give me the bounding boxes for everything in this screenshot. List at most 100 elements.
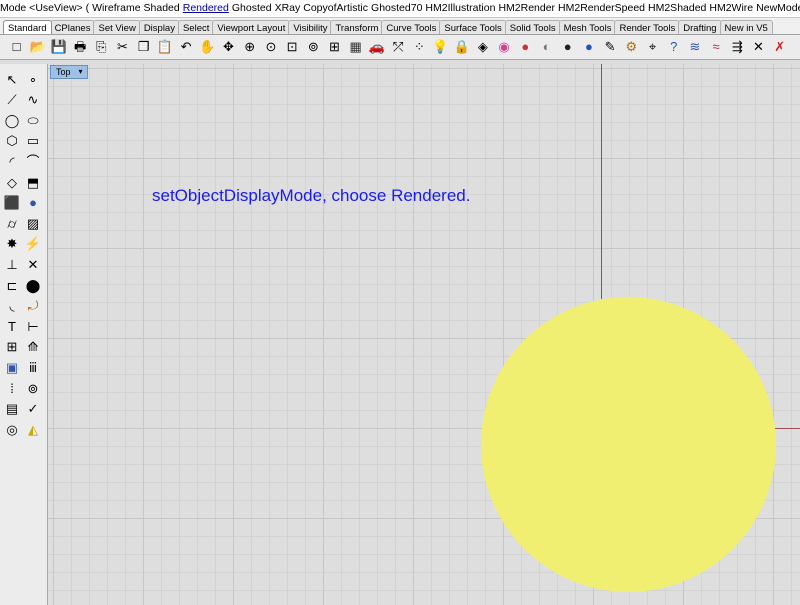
sphere-icon[interactable]: ● — [517, 38, 534, 55]
cmd-option-hm2renderspeed[interactable]: HM2RenderSpeed — [558, 2, 645, 14]
cut-icon[interactable]: ✂ — [114, 38, 131, 55]
points-on-icon[interactable]: ⁘ — [411, 38, 428, 55]
cmd-option-hm2render[interactable]: HM2Render — [498, 2, 555, 14]
arc-icon[interactable]: ◜ — [2, 152, 22, 170]
sweep-icon[interactable]: ◎ — [2, 420, 22, 438]
tab-viewport-layout[interactable]: Viewport Layout — [212, 20, 291, 34]
dark-sphere-icon[interactable]: ● — [559, 38, 576, 55]
cylinder-icon[interactable]: ⌭ — [2, 214, 22, 232]
box-icon[interactable]: ⬛ — [2, 194, 22, 212]
circle-icon[interactable]: ◯ — [2, 111, 22, 129]
curve-icon[interactable]: ∿ — [23, 91, 43, 109]
layers-icon[interactable]: ≋ — [686, 38, 703, 55]
cmd-option-ghosted70[interactable]: Ghosted70 — [371, 2, 422, 14]
tab-select[interactable]: Select — [177, 20, 215, 34]
tab-drafting[interactable]: Drafting — [678, 20, 722, 34]
extrude-icon[interactable]: ⬒ — [23, 173, 43, 191]
chevron-down-icon[interactable]: ▾ — [79, 66, 83, 78]
gear-icon[interactable]: ⚙ — [623, 38, 640, 55]
open-icon[interactable]: 📂 — [29, 38, 46, 55]
new-icon[interactable]: □ — [8, 38, 25, 55]
undo-icon[interactable]: ↶ — [178, 38, 195, 55]
blue-sphere-icon[interactable]: ● — [580, 38, 597, 55]
cmd-option-shaded[interactable]: Shaded — [144, 2, 180, 14]
tab-solid-tools[interactable]: Solid Tools — [504, 20, 561, 34]
zoom-selected-icon[interactable]: ⊚ — [305, 38, 322, 55]
copy-icon[interactable]: ❐ — [135, 38, 152, 55]
match-icon[interactable]: ⇶ — [729, 38, 746, 55]
rectangle-icon[interactable]: ▭ — [23, 132, 43, 150]
zoom-window-icon[interactable]: ⊙ — [262, 38, 279, 55]
cmd-option-hm2shaded[interactable]: HM2Shaded — [648, 2, 706, 14]
tab-mesh-tools[interactable]: Mesh Tools — [558, 20, 617, 34]
text-icon[interactable]: T — [2, 317, 22, 335]
grid-array-icon[interactable]: ⁞ — [2, 379, 22, 397]
viewport-title-label[interactable]: Top ▾ — [50, 65, 88, 79]
trim-icon[interactable]: ✕ — [23, 255, 43, 273]
paste-icon[interactable]: 📋 — [156, 38, 173, 55]
car-icon[interactable]: 🚗 — [368, 38, 385, 55]
zoom-icon[interactable]: ⊕ — [241, 38, 258, 55]
tab-curve-tools[interactable]: Curve Tools — [381, 20, 442, 34]
curve-fillet-icon[interactable]: ⌒ — [23, 152, 43, 170]
select-arrow-icon[interactable]: ↖ — [2, 70, 22, 88]
render-sphere-icon[interactable]: ◐ — [538, 38, 555, 55]
properties-icon[interactable]: ◈ — [474, 38, 491, 55]
polyline-icon[interactable]: ⟋ — [2, 91, 22, 109]
tab-standard[interactable]: Standard — [3, 20, 52, 34]
paint-icon[interactable]: ◭ — [23, 420, 43, 438]
cmd-option-wireframe[interactable]: Wireframe — [92, 2, 140, 14]
dimension-icon[interactable]: ⊢ — [23, 317, 43, 335]
print-icon[interactable]: 🖶 — [72, 38, 89, 55]
cube-icon[interactable]: ▣ — [2, 358, 22, 376]
check-icon[interactable]: ✓ — [23, 400, 43, 418]
grass-icon[interactable]: ⅲ — [23, 358, 43, 376]
help-icon[interactable]: ? — [665, 38, 682, 55]
surface-icon[interactable]: ◇ — [2, 173, 22, 191]
point-icon[interactable]: ∘ — [23, 70, 43, 88]
command-line[interactable]: Mode <UseView> (Wireframe Shaded Rendered G… — [0, 0, 800, 18]
save-icon[interactable]: 💾 — [50, 38, 67, 55]
cmd-option-xray[interactable]: XRay — [275, 2, 301, 14]
transform-icon[interactable]: ⟰ — [23, 338, 43, 356]
shell-icon[interactable]: ⊏ — [2, 276, 22, 294]
pan-icon[interactable]: ✋ — [199, 38, 216, 55]
tab-cplanes[interactable]: CPlanes — [49, 20, 96, 34]
top-viewport[interactable]: setObjectDisplayMode, choose Rendered. T… — [48, 64, 800, 605]
explode-icon[interactable]: ✸ — [2, 235, 22, 253]
polygon-icon[interactable]: ⬡ — [2, 132, 22, 150]
cmd-option-hm2illustration[interactable]: HM2Illustration — [425, 2, 495, 14]
tab-render-tools[interactable]: Render Tools — [614, 20, 681, 34]
array-icon[interactable]: ⊞ — [2, 338, 22, 356]
color-wheel-icon[interactable]: ◉ — [496, 38, 513, 55]
fillet-icon[interactable]: ◟ — [2, 297, 22, 315]
analyze-icon[interactable]: ⊚ — [23, 379, 43, 397]
split-icon[interactable]: ⊥ — [2, 255, 22, 273]
cmd-option-rendered[interactable]: Rendered — [183, 2, 229, 14]
ellipse-icon[interactable]: ⬭ — [23, 111, 43, 129]
tab-display[interactable]: Display — [138, 20, 180, 34]
spheres-icon[interactable]: ● — [23, 194, 43, 212]
cmd-option-newmode[interactable]: NewMode — [756, 2, 800, 14]
tab-transform[interactable]: Transform — [330, 20, 384, 34]
mesh-icon[interactable]: ▨ — [23, 214, 43, 232]
pen-icon[interactable]: ✎ — [602, 38, 619, 55]
boolean-icon[interactable]: ⚡ — [23, 235, 43, 253]
osnap-icon[interactable]: ⌖ — [644, 38, 661, 55]
edge-icon[interactable]: ⬤ — [23, 276, 43, 294]
import-icon[interactable]: ⎘ — [93, 38, 110, 55]
curves-icon[interactable]: ≈ — [708, 38, 725, 55]
layer-icon[interactable]: ▤ — [2, 400, 22, 418]
trim-icon[interactable]: ✕ — [750, 38, 767, 55]
tab-surface-tools[interactable]: Surface Tools — [439, 20, 507, 34]
cmd-option-ghosted[interactable]: Ghosted — [232, 2, 272, 14]
blend-icon[interactable]: ⤾ — [23, 297, 43, 315]
cmd-option-copyofartistic[interactable]: CopyofArtistic — [303, 2, 368, 14]
four-views-icon[interactable]: ⊞ — [326, 38, 343, 55]
cmd-option-hm2wire[interactable]: HM2Wire — [709, 2, 753, 14]
light-bulb-icon[interactable]: 💡 — [432, 38, 449, 55]
grid-icon[interactable]: ▦ — [347, 38, 364, 55]
tab-set-view[interactable]: Set View — [93, 20, 141, 34]
select-icon[interactable]: ⤱ — [390, 38, 407, 55]
cross-icon[interactable]: ✗ — [771, 38, 788, 55]
